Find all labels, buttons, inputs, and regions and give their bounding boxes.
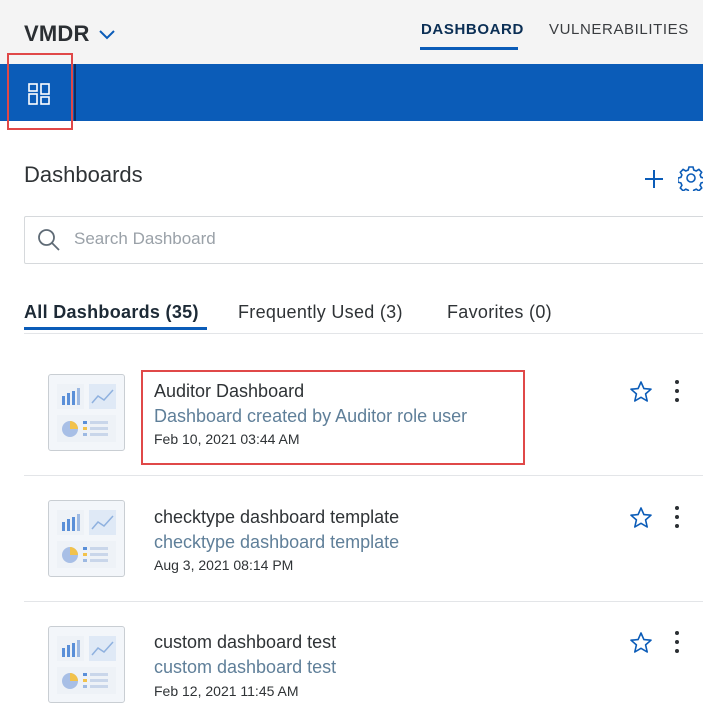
highlight-box-grid-button: [7, 53, 73, 130]
star-outline-icon[interactable]: [629, 380, 653, 404]
dashboard-thumbnail[interactable]: [48, 626, 125, 703]
dashboard-thumbnail-icon: [57, 510, 116, 568]
app-title[interactable]: VMDR: [24, 21, 90, 47]
page-title: Dashboards: [24, 162, 143, 187]
dashboard-thumbnail-icon: [57, 384, 116, 442]
dashboard-description: custom dashboard test: [154, 657, 337, 677]
tab-active-indicator: [24, 327, 207, 330]
kebab-menu-icon[interactable]: [672, 378, 682, 404]
tab-vulnerabilities[interactable]: VULNERABILITIES: [549, 21, 689, 38]
dashboard-toolbar: [0, 64, 703, 121]
highlight-box-dashboard-card: [141, 370, 525, 465]
dashboard-name[interactable]: custom dashboard test: [154, 632, 336, 653]
dashboard-name[interactable]: checktype dashboard template: [154, 507, 399, 528]
search-input[interactable]: [74, 228, 674, 250]
search-icon: [38, 229, 60, 251]
divider: [24, 475, 703, 476]
divider: [24, 601, 703, 602]
divider: [24, 333, 703, 334]
tab-all-dashboards[interactable]: All Dashboards (35): [24, 302, 199, 323]
dashboard-thumbnail[interactable]: [48, 500, 125, 577]
toolbar-divider: [74, 64, 76, 121]
tab-favorites[interactable]: Favorites (0): [447, 302, 552, 323]
tab-active-indicator: [420, 47, 518, 50]
tab-frequently-used[interactable]: Frequently Used (3): [238, 302, 403, 323]
gear-icon[interactable]: [678, 165, 703, 191]
kebab-menu-icon[interactable]: [672, 504, 682, 530]
dashboard-date: Aug 3, 2021 08:14 PM: [154, 557, 294, 573]
plus-icon[interactable]: [643, 168, 665, 190]
dashboard-description: checktype dashboard template: [154, 532, 400, 552]
kebab-menu-icon[interactable]: [672, 629, 682, 655]
tab-dashboard[interactable]: DASHBOARD: [421, 21, 524, 38]
dashboard-thumbnail-icon: [57, 636, 116, 694]
chevron-down-icon[interactable]: [97, 27, 117, 41]
dashboard-date: Feb 12, 2021 11:45 AM: [154, 683, 299, 699]
star-outline-icon[interactable]: [629, 631, 653, 655]
dashboard-thumbnail[interactable]: [48, 374, 125, 451]
star-outline-icon[interactable]: [629, 506, 653, 530]
